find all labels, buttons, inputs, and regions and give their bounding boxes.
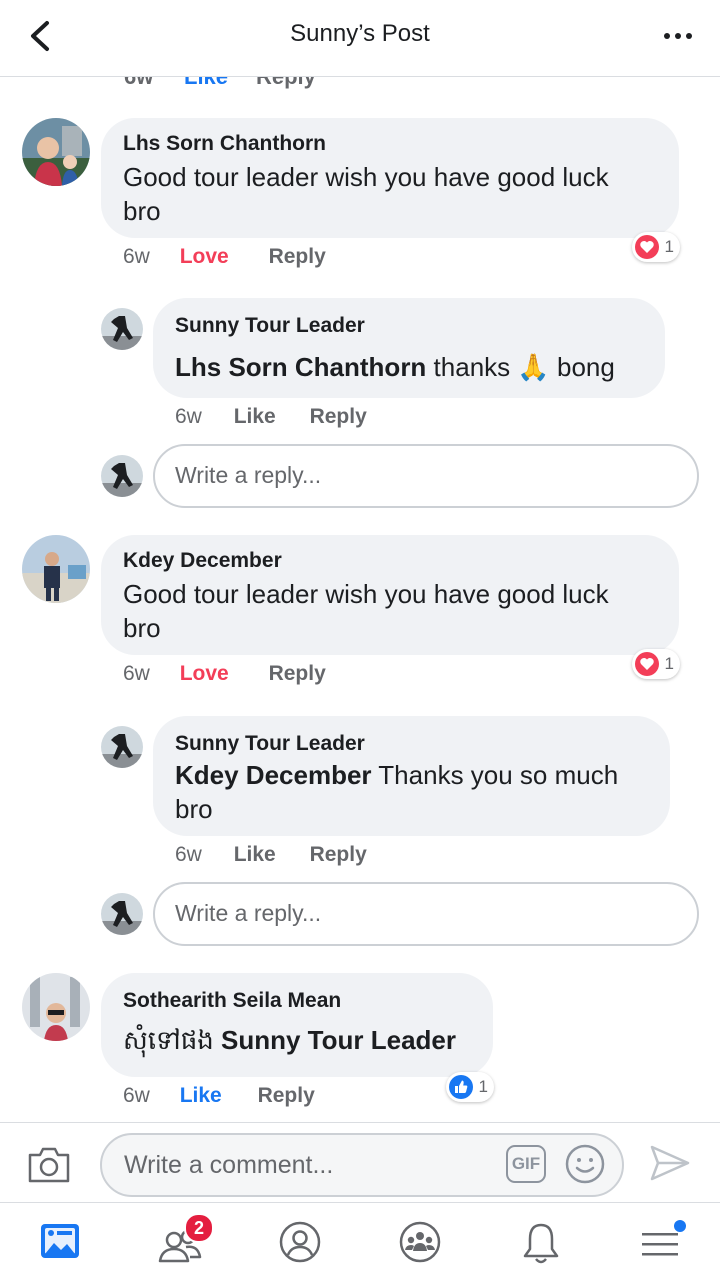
reply-link[interactable]: Reply	[258, 1084, 315, 1107]
gif-icon: GIF	[511, 1154, 541, 1173]
comment-actions: 6w Love Reply	[123, 662, 326, 686]
avatar-photo-icon	[101, 308, 143, 350]
like-link[interactable]: Like	[180, 1084, 222, 1107]
bottom-tab-bar: 2	[0, 1202, 720, 1281]
profile-icon	[279, 1221, 321, 1263]
page-title: Sunny’s Post	[290, 20, 430, 47]
reply-author[interactable]: Sunny Tour Leader	[175, 314, 365, 338]
tab-menu[interactable]	[638, 1217, 688, 1265]
mention-link[interactable]: Lhs Sorn Chanthorn	[175, 352, 426, 382]
comment-bubble[interactable]: Sothearith Seila Mean សុំទៅផង Sunny Tour…	[101, 973, 493, 1077]
reply-input[interactable]: Write a reply...	[153, 882, 699, 946]
avatar-photo-icon	[101, 893, 143, 935]
comment-actions: 6w Like Reply	[123, 1084, 315, 1108]
notification-badge: 2	[184, 1213, 214, 1243]
avatar-photo-icon	[22, 973, 90, 1041]
tab-notifications[interactable]	[518, 1219, 564, 1267]
reply-link[interactable]: Reply	[269, 662, 326, 685]
comment-time: 6w	[123, 245, 150, 268]
comment-bubble[interactable]: Lhs Sorn Chanthorn Good tour leader wish…	[101, 118, 679, 238]
tab-groups[interactable]	[397, 1219, 443, 1265]
comment-actions: 6w Love Reply	[123, 245, 326, 269]
reply-time: 6w	[175, 843, 202, 866]
reply-time: 6w	[175, 405, 202, 428]
avatar-photo-icon	[22, 535, 90, 603]
avatar-photo-icon	[22, 118, 90, 186]
reply-actions: 6w Like Reply	[175, 843, 367, 867]
reply-link[interactable]: Reply	[310, 405, 367, 428]
avatar[interactable]	[22, 973, 90, 1041]
folded-hands-icon: 🙏	[517, 352, 550, 382]
camera-icon	[28, 1147, 70, 1183]
comment-text: សុំទៅផង Sunny Tour Leader	[123, 1025, 457, 1056]
reply-author[interactable]: Sunny Tour Leader	[175, 732, 365, 756]
heart-icon	[635, 235, 659, 259]
tab-profile[interactable]	[277, 1219, 323, 1265]
comment-input[interactable]: Write a comment... GIF	[100, 1133, 624, 1197]
more-dots-icon	[664, 33, 670, 39]
reaction-count[interactable]: 1	[446, 1072, 494, 1102]
comment-composer: Write a comment... GIF	[0, 1122, 720, 1203]
reply-bubble[interactable]: Sunny Tour Leader Lhs Sorn Chanthorn tha…	[153, 298, 665, 398]
tab-news-feed[interactable]	[38, 1219, 84, 1265]
reaction-count[interactable]: 1	[632, 649, 680, 679]
like-link[interactable]: Like	[234, 405, 276, 428]
smiley-icon	[565, 1144, 605, 1184]
avatar-photo-icon	[101, 726, 143, 768]
avatar	[101, 455, 143, 497]
reply-bubble[interactable]: Sunny Tour Leader Kdey December Thanks y…	[153, 716, 670, 836]
comment-bubble[interactable]: Kdey December Good tour leader wish you …	[101, 535, 679, 655]
hamburger-menu-icon	[642, 1220, 686, 1256]
avatar[interactable]	[101, 308, 143, 350]
heart-icon	[635, 652, 659, 676]
comment-text: Good tour leader wish you have good luck…	[123, 579, 609, 643]
like-link[interactable]: Like	[234, 843, 276, 866]
more-options-button[interactable]	[660, 22, 696, 50]
reply-text: Lhs Sorn Chanthorn thanks 🙏 bong	[175, 352, 615, 382]
top-bar: Sunny’s Post	[0, 0, 720, 77]
thumbs-up-icon	[449, 1075, 473, 1099]
bell-icon	[523, 1223, 559, 1264]
avatar	[101, 893, 143, 935]
avatar[interactable]	[101, 726, 143, 768]
mention-link[interactable]: Sunny Tour Leader	[221, 1025, 456, 1055]
reply-text: Kdey December Thanks you so much bro	[175, 760, 619, 824]
reply-link[interactable]: Reply	[269, 245, 326, 268]
comment-time: 6w	[123, 1084, 150, 1107]
send-button[interactable]	[648, 1143, 692, 1183]
comment-author[interactable]: Sothearith Seila Mean	[123, 989, 341, 1013]
love-reaction-link[interactable]: Love	[180, 662, 229, 685]
groups-icon	[399, 1221, 441, 1263]
gif-button[interactable]: GIF	[506, 1145, 546, 1183]
tab-friends[interactable]: 2	[156, 1213, 214, 1267]
comment-text: Good tour leader wish you have good luck…	[123, 162, 609, 226]
reply-link[interactable]: Reply	[310, 843, 367, 866]
mention-link[interactable]: Kdey December	[175, 760, 372, 790]
comment-time: 6w	[123, 662, 150, 685]
avatar[interactable]	[22, 535, 90, 603]
reaction-count[interactable]: 1	[632, 232, 680, 262]
reply-actions: 6w Like Reply	[175, 405, 367, 429]
comment-author[interactable]: Lhs Sorn Chanthorn	[123, 132, 326, 156]
comment-author[interactable]: Kdey December	[123, 549, 282, 573]
news-feed-icon	[41, 1224, 79, 1258]
love-reaction-link[interactable]: Love	[180, 245, 229, 268]
avatar[interactable]	[22, 118, 90, 186]
camera-button[interactable]	[26, 1143, 72, 1185]
reply-input[interactable]: Write a reply...	[153, 444, 699, 508]
emoji-button[interactable]	[564, 1143, 606, 1185]
send-icon	[650, 1145, 690, 1181]
avatar-photo-icon	[101, 455, 143, 497]
